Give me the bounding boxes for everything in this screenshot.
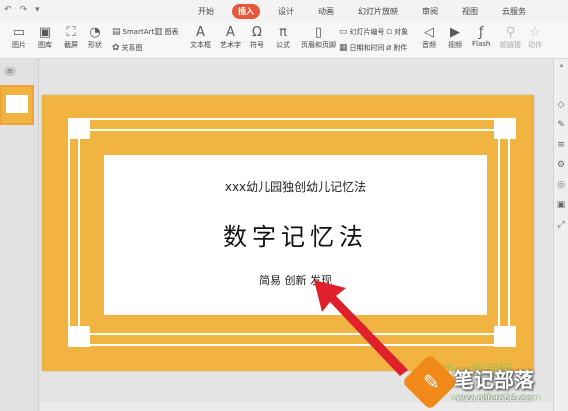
- slide-thumbnail[interactable]: [0, 85, 34, 125]
- gallery-button[interactable]: ▣ 图库: [38, 26, 52, 50]
- picture-button[interactable]: ▭ 图片: [12, 26, 26, 50]
- gallery-icon: ▣: [38, 25, 52, 40]
- textbox-icon: A: [196, 25, 205, 40]
- tab-cloud[interactable]: 云服务: [496, 4, 532, 19]
- side-tool-2-icon[interactable]: ✎: [555, 119, 567, 131]
- side-tool-3-icon[interactable]: ≡: [555, 139, 567, 151]
- side-tool-7-icon[interactable]: ⤢: [555, 219, 567, 231]
- flash-button[interactable]: ƒ Flash: [472, 25, 490, 49]
- pen-icon: ✎: [423, 370, 440, 394]
- smartart-icon: ▤: [112, 27, 121, 37]
- video-icon: ▶: [450, 25, 460, 40]
- tab-home[interactable]: 开始: [192, 4, 220, 19]
- slide-number-icon: ▭: [339, 27, 348, 37]
- panel-toggle-icon[interactable]: ≡: [4, 67, 16, 76]
- relation-icon: ✿: [112, 43, 120, 53]
- paperclip-icon: ⌀: [386, 43, 392, 53]
- flash-icon: ƒ: [478, 25, 484, 40]
- relation-chart-button[interactable]: ✿ 关系图: [112, 43, 143, 53]
- watermark-brand: 笔记部落: [454, 368, 534, 392]
- header-footer-button[interactable]: ▯ 页眉和页脚: [301, 26, 336, 50]
- arttext-icon: A: [226, 25, 235, 40]
- redo-icon[interactable]: ↷: [20, 5, 28, 15]
- ribbon-tabs: 开始 插入 设计 动画 幻灯片放映 审阅 视图 云服务: [192, 4, 532, 19]
- slide-small-title[interactable]: xxx幼儿园独创幼儿记忆法: [104, 178, 487, 195]
- corner-top-right: [494, 118, 516, 139]
- annotation-arrow: [314, 280, 408, 376]
- shape-icon: ◔: [89, 25, 101, 40]
- title-panel: xxx幼儿园独创幼儿记忆法 数字记忆法 简易 创新 发现: [104, 155, 487, 315]
- action-icon: ☆: [529, 25, 541, 40]
- symbol-button[interactable]: Ω 符号: [250, 26, 264, 50]
- tab-design[interactable]: 设计: [272, 4, 300, 19]
- datetime-button[interactable]: ▦ 日期和时间: [339, 43, 385, 53]
- smartart-button[interactable]: ▤ SmartArt: [112, 27, 154, 37]
- screenshot-icon: ⛶: [66, 25, 76, 40]
- screenshot-button[interactable]: ⛶ 截屏: [64, 26, 78, 50]
- object-icon: ▫: [386, 27, 393, 37]
- slide-thumbnail-panel: ≡: [0, 59, 39, 411]
- arrow-shape: [314, 280, 408, 376]
- watermark-url: www.notetribe.com: [456, 394, 534, 403]
- header-footer-icon: ▯: [314, 25, 323, 40]
- picture-icon: ▭: [12, 25, 26, 40]
- slide[interactable]: xxx幼儿园独创幼儿记忆法 数字记忆法 简易 创新 发现: [42, 95, 534, 371]
- title-bar: ↶ ↷ ▾ 开始 插入 设计 动画 幻灯片放映 审阅 视图 云服务: [0, 0, 568, 22]
- corner-bottom-left: [68, 326, 90, 347]
- thumbnail-content: [6, 95, 28, 113]
- slide-subtitle[interactable]: 简易 创新 发现: [104, 272, 487, 288]
- tab-animation[interactable]: 动画: [312, 4, 340, 19]
- audio-button[interactable]: ◁ 音频: [422, 26, 436, 50]
- side-tool-4-icon[interactable]: ⚙: [555, 159, 567, 171]
- shape-button[interactable]: ◔ 形状: [88, 26, 102, 50]
- tab-slideshow[interactable]: 幻灯片放映: [352, 4, 404, 19]
- calendar-icon: ▦: [339, 43, 348, 53]
- corner-top-left: [68, 118, 90, 139]
- textbox-button[interactable]: A 文本框: [190, 26, 211, 50]
- side-tool-1-icon[interactable]: ◇: [555, 99, 567, 111]
- speaker-icon: ◁: [424, 25, 434, 40]
- pi-icon: π: [279, 25, 287, 40]
- hyperlink-button[interactable]: ⚲ 超链接: [500, 26, 521, 50]
- brand-watermark: ✎ 笔记部落 www.notetribe.com: [401, 353, 568, 411]
- link-icon: ⚲: [505, 25, 516, 40]
- side-tool-6-icon[interactable]: ▣: [555, 199, 567, 211]
- ribbon-insert: ▭ 图片 ▣ 图库 ⛶ 截屏 ◔ 形状 ▤ SmartArt ▥ 图表 ✿ 关系…: [0, 22, 568, 59]
- side-tool-5-icon[interactable]: ◎: [555, 179, 567, 191]
- slide-big-title[interactable]: 数字记忆法: [104, 217, 487, 252]
- video-button[interactable]: ▶ 视频: [448, 26, 462, 50]
- attachment-button[interactable]: ⌀ 附件: [386, 43, 407, 53]
- chart-icon: ▥: [154, 27, 163, 37]
- tab-review[interactable]: 审阅: [416, 4, 444, 19]
- object-button[interactable]: ▫ 对象: [386, 27, 408, 37]
- omega-icon: Ω: [252, 25, 262, 40]
- action-button[interactable]: ☆ 动作: [528, 26, 542, 50]
- arttext-button[interactable]: A 艺术字: [220, 26, 241, 50]
- undo-icon[interactable]: ↶: [4, 5, 12, 15]
- tab-insert[interactable]: 插入: [232, 4, 260, 19]
- formula-button[interactable]: π 公式: [276, 26, 290, 50]
- tab-view[interactable]: 视图: [456, 4, 484, 19]
- quick-access-toolbar: ↶ ↷ ▾: [4, 5, 40, 15]
- scroll-up-icon[interactable]: ▴: [557, 61, 566, 70]
- corner-bottom-right: [494, 326, 516, 347]
- chart-button[interactable]: ▥ 图表: [154, 27, 179, 37]
- customize-qat-icon[interactable]: ▾: [35, 5, 40, 15]
- slide-number-button[interactable]: ▭ 幻灯片编号: [339, 27, 385, 37]
